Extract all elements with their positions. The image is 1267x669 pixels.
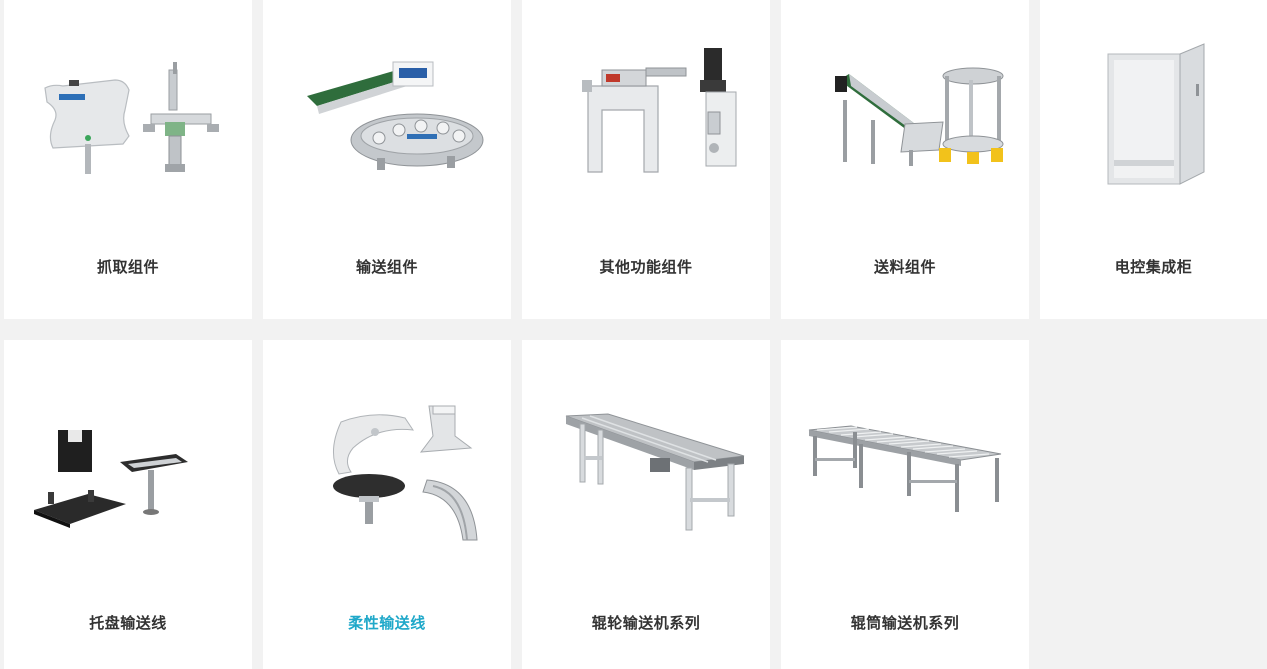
pallet-conveyor-image (4, 400, 252, 570)
product-card-feeder[interactable]: 送料组件 (781, 0, 1029, 319)
drum-roller-conveyor-image (781, 400, 1029, 570)
flexible-conveyor-image (263, 400, 511, 570)
product-card-function-module[interactable]: 其他功能组件 (522, 0, 770, 319)
gripper-assembly-image (4, 40, 252, 210)
product-label: 辊筒输送机系列 (850, 614, 960, 632)
product-label: 辊轮输送机系列 (591, 614, 701, 632)
product-label: 送料组件 (873, 258, 936, 276)
product-label: 柔性输送线 (348, 614, 426, 632)
product-label: 电控集成柜 (1114, 258, 1193, 276)
product-card-wheel-roller-conveyor[interactable]: 辊轮输送机系列 (522, 340, 770, 669)
product-label: 抓取组件 (96, 258, 159, 276)
product-card-flexible-conveyor[interactable]: 柔性输送线 (263, 340, 511, 669)
function-module-image (522, 40, 770, 210)
product-label: 托盘输送线 (89, 614, 167, 632)
product-grid: 抓取组件 输送组件 其他功能组件 送料组件 电控集成柜 托盘输送线 柔性输送线 … (4, 0, 1267, 669)
wheel-roller-conveyor-image (522, 400, 770, 570)
product-card-drum-roller-conveyor[interactable]: 辊筒输送机系列 (781, 340, 1029, 669)
product-card-conveyor[interactable]: 输送组件 (263, 0, 511, 319)
product-card-gripper[interactable]: 抓取组件 (4, 0, 252, 319)
product-card-pallet-conveyor[interactable]: 托盘输送线 (4, 340, 252, 669)
feeder-assembly-image (781, 40, 1029, 210)
product-label: 输送组件 (355, 258, 418, 276)
conveyor-assembly-image (263, 40, 511, 210)
product-card-control-cabinet[interactable]: 电控集成柜 (1040, 0, 1267, 319)
product-label: 其他功能组件 (599, 258, 693, 276)
control-cabinet-image (1040, 40, 1267, 210)
